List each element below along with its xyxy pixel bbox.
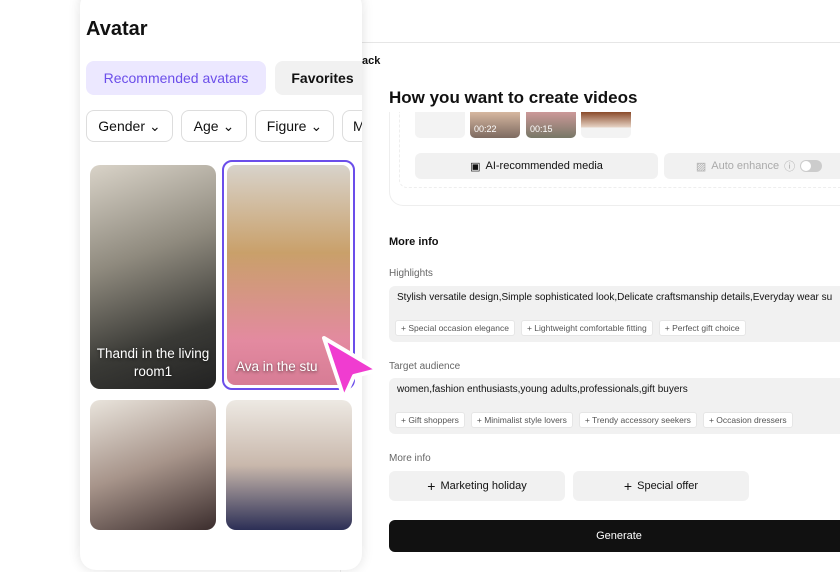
avatar-card[interactable] xyxy=(90,400,216,530)
media-thumb[interactable]: 00:15 xyxy=(526,112,576,138)
audience-label: Target audience xyxy=(389,361,461,372)
highlights-label: Highlights xyxy=(389,268,433,279)
info-icon: ⓘ xyxy=(784,161,796,173)
auto-enhance-toggle[interactable]: ▨ Auto enhance ⓘ xyxy=(664,153,840,179)
plus-icon: + xyxy=(427,478,436,494)
image-icon: ▨ xyxy=(695,160,707,173)
cursor-icon xyxy=(322,336,380,400)
suggestion-chip[interactable]: + Minimalist style lovers xyxy=(470,412,573,428)
plus-icon: + xyxy=(623,478,633,494)
suggestion-chip[interactable]: + Trendy accessory seekers xyxy=(578,412,697,428)
avatar-title: Avatar xyxy=(86,18,148,40)
chevron-down-icon: ⌄ xyxy=(222,117,235,134)
chevron-down-icon: ⌄ xyxy=(148,117,161,134)
chevron-down-icon: ⌄ xyxy=(310,117,323,134)
page-title: How you want to create videos xyxy=(389,88,638,107)
more-filter[interactable]: M xyxy=(342,110,362,142)
special-offer-button[interactable]: + Special offer xyxy=(573,471,749,501)
more-info-heading: More info xyxy=(389,236,439,248)
ai-recommended-media-button[interactable]: ▣ AI-recommended media xyxy=(415,153,658,179)
suggestion-chip[interactable]: + Perfect gift choice xyxy=(658,320,746,336)
toggle-switch[interactable] xyxy=(800,160,823,172)
media-thumb[interactable] xyxy=(415,112,465,138)
gender-filter[interactable]: Gender ⌄ xyxy=(86,110,173,142)
suggestion-chip[interactable]: + Gift shoppers xyxy=(395,412,465,428)
avatar-panel: Avatar Recommended avatars Favorites Gen… xyxy=(80,0,362,570)
age-filter[interactable]: Age ⌄ xyxy=(181,110,247,142)
ai-media-icon: ▣ xyxy=(470,160,481,173)
marketing-holiday-button[interactable]: + Marketing holiday xyxy=(389,471,565,501)
figure-filter[interactable]: Figure ⌄ xyxy=(255,110,334,142)
back-link[interactable]: ack xyxy=(362,55,380,67)
more-info-label: More info xyxy=(389,453,431,464)
audience-input[interactable]: women,fashion enthusiasts,young adults,p… xyxy=(389,378,840,434)
highlights-input[interactable]: Stylish versatile design,Simple sophisti… xyxy=(389,286,840,342)
media-thumb[interactable] xyxy=(581,112,631,138)
suggestion-chip[interactable]: + Lightweight comfortable fitting xyxy=(520,320,653,336)
suggestion-chip[interactable]: + Special occasion elegance xyxy=(395,320,515,336)
avatar-card[interactable]: Thandi in the living room1 xyxy=(90,165,216,389)
generate-button[interactable]: Generate xyxy=(389,520,840,552)
suggestion-chip[interactable]: + Occasion dressers xyxy=(702,412,793,428)
media-thumb[interactable]: 00:22 xyxy=(470,112,520,138)
tab-recommended-avatars[interactable]: Recommended avatars xyxy=(86,61,266,95)
avatar-card[interactable] xyxy=(226,400,352,530)
tab-favorites[interactable]: Favorites xyxy=(275,61,362,95)
